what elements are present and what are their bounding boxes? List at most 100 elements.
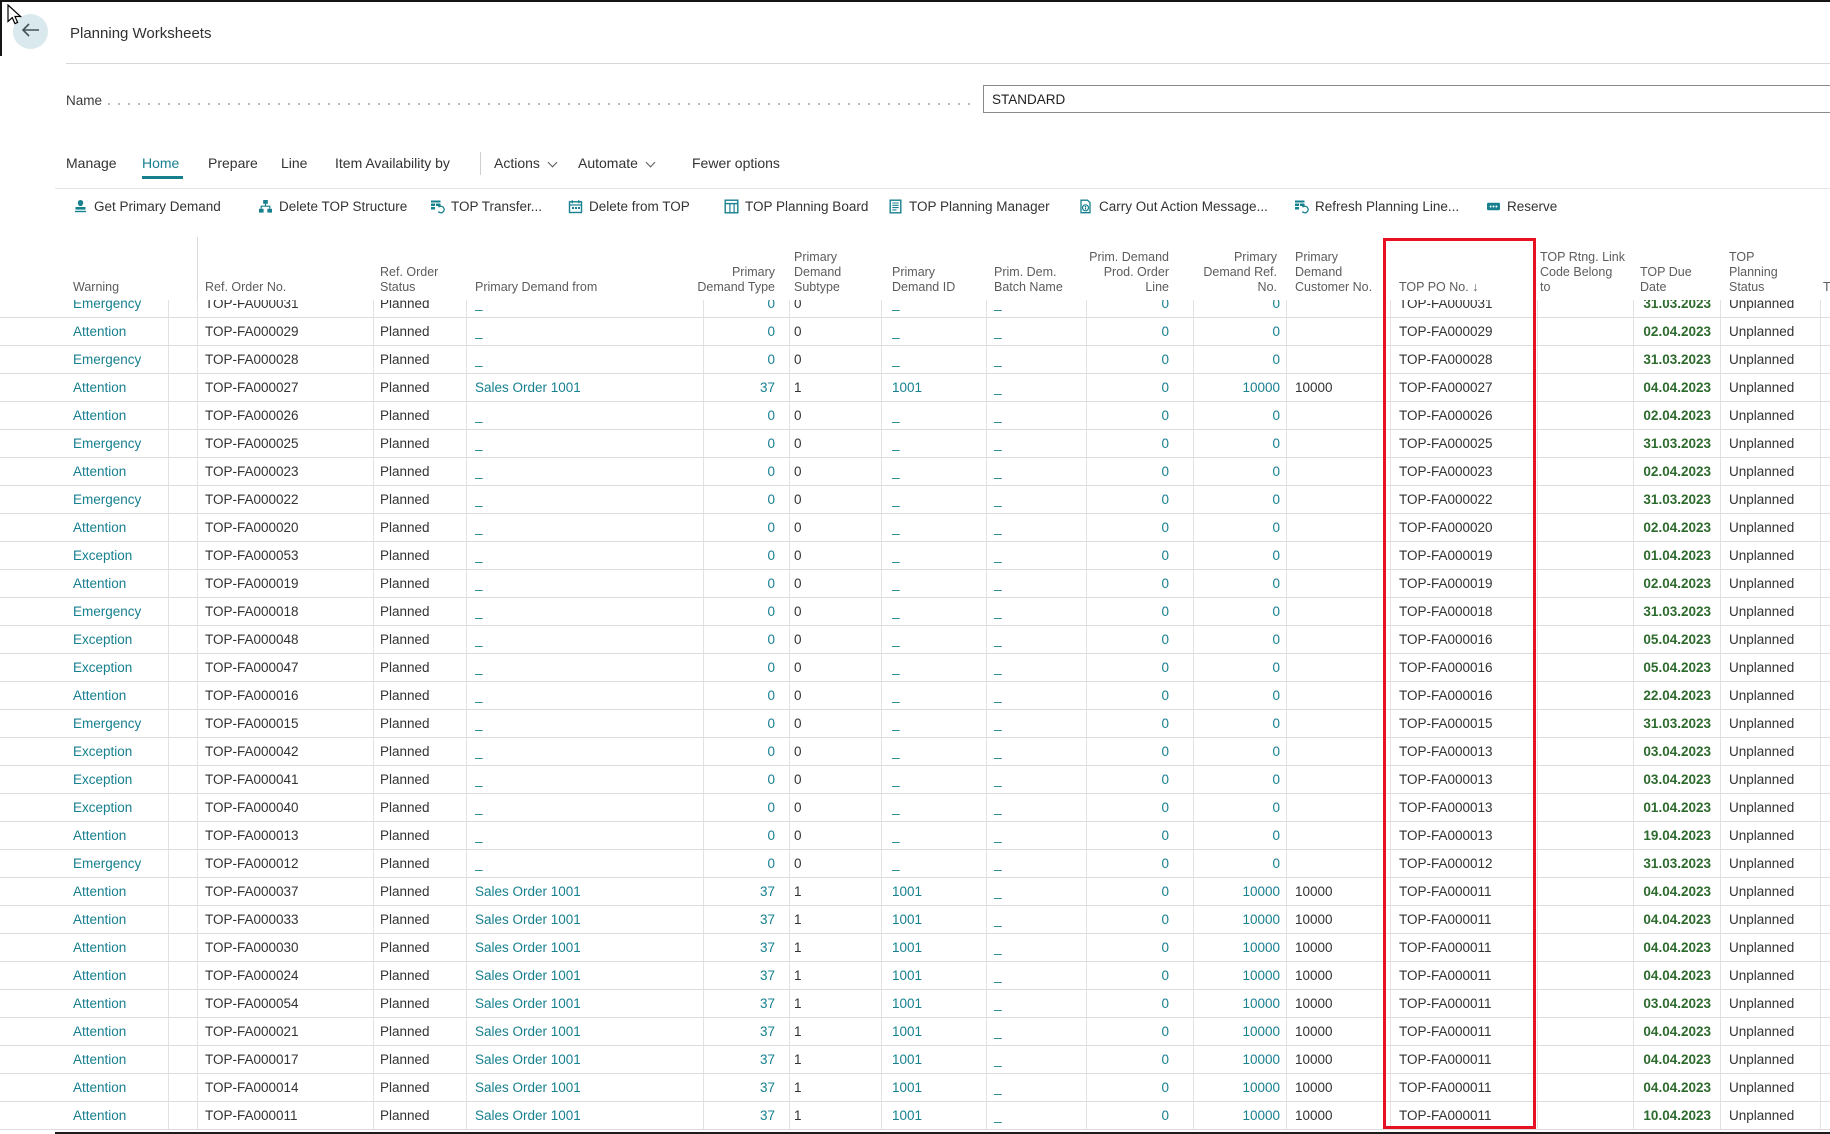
cell-prim-dem-batch-name[interactable]: _ bbox=[994, 402, 1002, 429]
cell-primary-demand-subtype[interactable]: 0 bbox=[794, 766, 802, 793]
cell-warning[interactable]: Attention bbox=[73, 906, 126, 933]
cell-warning[interactable]: Emergency bbox=[73, 430, 141, 457]
cell-top-due-date[interactable]: 04.04.2023 bbox=[1643, 934, 1711, 961]
cell-prim-demand-prod-order-line[interactable]: 0 bbox=[1161, 1074, 1169, 1101]
cell-top-planning-status[interactable]: Unplanned bbox=[1729, 850, 1794, 877]
cell-top-planning-status[interactable]: Unplanned bbox=[1729, 598, 1794, 625]
cell-primary-demand-from[interactable]: Sales Order 1001 bbox=[475, 374, 581, 401]
cell-top-planning-status[interactable]: Unplanned bbox=[1729, 458, 1794, 485]
cell-primary-demand-type[interactable]: 0 bbox=[767, 514, 775, 541]
cell-ref-order-no[interactable]: TOP-FA000024 bbox=[205, 962, 299, 989]
column-header-primary-demand-customer-no[interactable]: Primary Demand Customer No. bbox=[1295, 250, 1372, 295]
cell-primary-demand-type[interactable]: 0 bbox=[767, 850, 775, 877]
cell-top-due-date[interactable]: 02.04.2023 bbox=[1643, 514, 1711, 541]
cell-primary-demand-subtype[interactable]: 0 bbox=[794, 654, 802, 681]
table-row[interactable]: ExceptionTOP-FA000053Planned_00__00TOP-F… bbox=[0, 542, 1830, 570]
table-row[interactable]: AttentionTOP-FA000011PlannedSales Order … bbox=[0, 1102, 1830, 1130]
cell-ref-order-no[interactable]: TOP-FA000042 bbox=[205, 738, 299, 765]
cell-prim-dem-batch-name[interactable]: _ bbox=[994, 738, 1002, 765]
cell-primary-demand-from[interactable]: Sales Order 1001 bbox=[475, 906, 581, 933]
cell-primary-demand-ref-no[interactable]: 0 bbox=[1272, 570, 1280, 597]
cell-primary-demand-id[interactable]: _ bbox=[892, 402, 900, 429]
cell-warning[interactable]: Exception bbox=[73, 794, 132, 821]
table-row[interactable]: EmergencyTOP-FA000028Planned_00__00TOP-F… bbox=[0, 346, 1830, 374]
cell-top-due-date[interactable]: 03.04.2023 bbox=[1643, 738, 1711, 765]
cell-primary-demand-id[interactable]: _ bbox=[892, 654, 900, 681]
cell-primary-demand-ref-no[interactable]: 0 bbox=[1272, 794, 1280, 821]
cell-primary-demand-from[interactable]: _ bbox=[475, 794, 483, 821]
table-row[interactable]: ExceptionTOP-FA000041Planned_00__00TOP-F… bbox=[0, 766, 1830, 794]
cell-prim-dem-batch-name[interactable]: _ bbox=[994, 346, 1002, 373]
cell-primary-demand-from[interactable]: Sales Order 1001 bbox=[475, 962, 581, 989]
cell-top-due-date[interactable]: 19.04.2023 bbox=[1643, 822, 1711, 849]
cell-primary-demand-customer-no[interactable]: 10000 bbox=[1295, 878, 1333, 905]
cell-ref-order-no[interactable]: TOP-FA000017 bbox=[205, 1046, 299, 1073]
cell-warning[interactable]: Attention bbox=[73, 682, 126, 709]
cell-top-planning-status[interactable]: Unplanned bbox=[1729, 430, 1794, 457]
cell-ref-order-no[interactable]: TOP-FA000026 bbox=[205, 402, 299, 429]
cell-primary-demand-subtype[interactable]: 0 bbox=[794, 850, 802, 877]
cell-primary-demand-subtype[interactable]: 1 bbox=[794, 934, 802, 961]
cell-top-due-date[interactable]: 10.04.2023 bbox=[1643, 1102, 1711, 1129]
table-row[interactable]: EmergencyTOP-FA000022Planned_00__00TOP-F… bbox=[0, 486, 1830, 514]
table-row[interactable]: AttentionTOP-FA000026Planned_00__00TOP-F… bbox=[0, 402, 1830, 430]
table-row[interactable]: EmergencyTOP-FA000025Planned_00__00TOP-F… bbox=[0, 430, 1830, 458]
cell-ref-order-no[interactable]: TOP-FA000019 bbox=[205, 570, 299, 597]
cell-primary-demand-subtype[interactable]: 0 bbox=[794, 402, 802, 429]
column-header-primary-demand-ref-no[interactable]: Primary Demand Ref. No. bbox=[1203, 250, 1277, 295]
cell-ref-order-no[interactable]: TOP-FA000022 bbox=[205, 486, 299, 513]
cell-prim-demand-prod-order-line[interactable]: 0 bbox=[1161, 570, 1169, 597]
cell-primary-demand-ref-no[interactable]: 0 bbox=[1272, 850, 1280, 877]
cell-top-due-date[interactable]: 31.03.2023 bbox=[1643, 850, 1711, 877]
cell-primary-demand-id[interactable]: _ bbox=[892, 430, 900, 457]
cell-prim-dem-batch-name[interactable]: _ bbox=[994, 514, 1002, 541]
cell-top-due-date[interactable]: 03.04.2023 bbox=[1643, 766, 1711, 793]
cell-primary-demand-id[interactable]: 1001 bbox=[892, 1018, 922, 1045]
cell-primary-demand-from[interactable]: _ bbox=[475, 458, 483, 485]
cell-ref-order-status[interactable]: Planned bbox=[380, 486, 430, 513]
column-header-primary-demand-id[interactable]: Primary Demand ID bbox=[892, 265, 955, 295]
cell-top-due-date[interactable]: 04.04.2023 bbox=[1643, 878, 1711, 905]
cell-primary-demand-type[interactable]: 37 bbox=[760, 934, 775, 961]
cell-primary-demand-type[interactable]: 37 bbox=[760, 878, 775, 905]
cell-top-planning-status[interactable]: Unplanned bbox=[1729, 822, 1794, 849]
menu-item-line[interactable]: Line bbox=[281, 155, 307, 171]
cell-primary-demand-id[interactable]: _ bbox=[892, 542, 900, 569]
cell-top-planning-status[interactable]: Unplanned bbox=[1729, 402, 1794, 429]
cell-primary-demand-id[interactable]: 1001 bbox=[892, 962, 922, 989]
cell-ref-order-status[interactable]: Planned bbox=[380, 878, 430, 905]
cell-primary-demand-subtype[interactable]: 1 bbox=[794, 1046, 802, 1073]
cell-ref-order-no[interactable]: TOP-FA000016 bbox=[205, 682, 299, 709]
cell-ref-order-status[interactable]: Planned bbox=[380, 458, 430, 485]
cell-primary-demand-type[interactable]: 37 bbox=[760, 906, 775, 933]
cell-primary-demand-from[interactable]: _ bbox=[475, 766, 483, 793]
cell-prim-demand-prod-order-line[interactable]: 0 bbox=[1161, 626, 1169, 653]
cell-primary-demand-type[interactable]: 0 bbox=[767, 654, 775, 681]
cell-prim-dem-batch-name[interactable]: _ bbox=[994, 570, 1002, 597]
cell-primary-demand-ref-no[interactable]: 0 bbox=[1272, 458, 1280, 485]
cell-primary-demand-subtype[interactable]: 0 bbox=[794, 710, 802, 737]
table-row[interactable]: AttentionTOP-FA000021PlannedSales Order … bbox=[0, 1018, 1830, 1046]
table-row[interactable]: ExceptionTOP-FA000042Planned_00__00TOP-F… bbox=[0, 738, 1830, 766]
menu-item-item-availability-by[interactable]: Item Availability by bbox=[335, 155, 450, 171]
cell-top-planning-status[interactable]: Unplanned bbox=[1729, 710, 1794, 737]
cell-primary-demand-type[interactable]: 0 bbox=[767, 626, 775, 653]
cell-prim-demand-prod-order-line[interactable]: 0 bbox=[1161, 766, 1169, 793]
cell-primary-demand-type[interactable]: 0 bbox=[767, 486, 775, 513]
cell-top-due-date[interactable]: 31.03.2023 bbox=[1643, 486, 1711, 513]
cell-prim-dem-batch-name[interactable]: _ bbox=[994, 906, 1002, 933]
cell-prim-dem-batch-name[interactable]: _ bbox=[994, 318, 1002, 345]
cell-primary-demand-from[interactable]: _ bbox=[475, 626, 483, 653]
cell-top-planning-status[interactable]: Unplanned bbox=[1729, 1074, 1794, 1101]
cell-top-due-date[interactable]: 05.04.2023 bbox=[1643, 654, 1711, 681]
cell-warning[interactable]: Attention bbox=[73, 318, 126, 345]
column-header-top-rtng-link-code[interactable]: TOP Rtng. Link Code Belong to bbox=[1540, 250, 1625, 295]
menu-item-home[interactable]: Home bbox=[142, 155, 179, 171]
table-row[interactable]: AttentionTOP-FA000013Planned_00__00TOP-F… bbox=[0, 822, 1830, 850]
cell-warning[interactable]: Attention bbox=[73, 402, 126, 429]
cell-primary-demand-customer-no[interactable]: 10000 bbox=[1295, 962, 1333, 989]
cell-primary-demand-subtype[interactable]: 1 bbox=[794, 990, 802, 1017]
cell-prim-dem-batch-name[interactable]: _ bbox=[994, 710, 1002, 737]
cell-top-due-date[interactable]: 04.04.2023 bbox=[1643, 962, 1711, 989]
cell-primary-demand-ref-no[interactable]: 0 bbox=[1272, 682, 1280, 709]
